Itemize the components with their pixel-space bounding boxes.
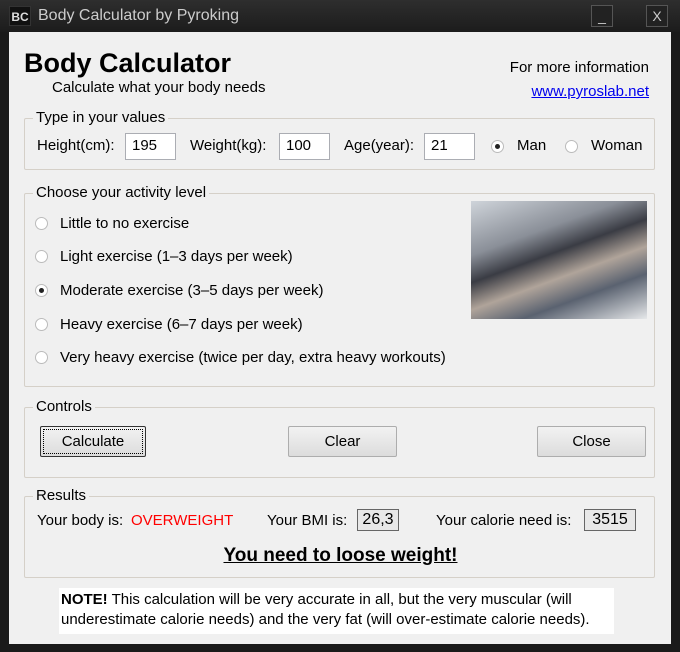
controls-group: Controls Calculate Clear Close (24, 398, 655, 478)
calorie-value: 3515 (584, 509, 636, 531)
height-input[interactable]: 195 (125, 133, 176, 160)
age-label: Age(year): (344, 137, 415, 154)
calculate-button[interactable]: Calculate (40, 426, 146, 457)
close-button[interactable]: Close (537, 426, 646, 457)
result-message: You need to loose weight! (223, 545, 458, 566)
activity-option-2[interactable]: Moderate exercise (3–5 days per week) (60, 282, 323, 299)
activity-legend: Choose your activity level (33, 184, 210, 201)
activity-radio-0[interactable] (35, 217, 48, 230)
man-radio[interactable] (491, 140, 504, 153)
app-icon: BC (9, 6, 31, 26)
close-window-button[interactable]: X (646, 5, 668, 27)
activity-radio-1[interactable] (35, 250, 48, 263)
running-image (471, 201, 647, 319)
calorie-label: Your calorie need is: (436, 512, 572, 529)
activity-option-0[interactable]: Little to no exercise (60, 215, 189, 232)
app-subtitle: Calculate what your body needs (52, 79, 266, 96)
app-title: Body Calculator (24, 48, 232, 78)
clear-button[interactable]: Clear (288, 426, 397, 457)
activity-option-1[interactable]: Light exercise (1–3 days per week) (60, 248, 293, 265)
body-value: OVERWEIGHT (131, 512, 234, 529)
values-group: Type in your values Height(cm): 195 Weig… (24, 109, 655, 170)
note-bold: NOTE! (61, 591, 108, 608)
woman-radio[interactable] (565, 140, 578, 153)
weight-label: Weight(kg): (190, 137, 267, 154)
values-legend: Type in your values (33, 109, 169, 126)
activity-radio-4[interactable] (35, 351, 48, 364)
height-label: Height(cm): (37, 137, 115, 154)
activity-option-3[interactable]: Heavy exercise (6–7 days per week) (60, 316, 303, 333)
note-box: NOTE! This calculation will be very accu… (59, 588, 614, 634)
bmi-value: 26,3 (357, 509, 399, 531)
man-label[interactable]: Man (517, 137, 546, 154)
controls-legend: Controls (33, 398, 95, 415)
info-label: For more information (509, 59, 649, 76)
activity-radio-3[interactable] (35, 318, 48, 331)
woman-label[interactable]: Woman (591, 137, 642, 154)
client-area: Body Calculator Calculate what your body… (9, 32, 671, 644)
activity-option-4[interactable]: Very heavy exercise (twice per day, extr… (60, 349, 446, 366)
title-bar: BC Body Calculator by Pyroking _ X (0, 0, 680, 32)
activity-group: Choose your activity level Little to no … (24, 184, 655, 387)
window-title: Body Calculator by Pyroking (38, 7, 239, 24)
results-group: Results Your body is: OVERWEIGHT Your BM… (24, 487, 655, 578)
body-label: Your body is: (37, 512, 124, 529)
activity-radio-2[interactable] (35, 284, 48, 297)
bmi-label: Your BMI is: (267, 512, 348, 529)
results-legend: Results (33, 487, 90, 504)
note-text: This calculation will be very accurate i… (61, 591, 590, 628)
weight-input[interactable]: 100 (279, 133, 330, 160)
age-input[interactable]: 21 (424, 133, 475, 160)
minimize-button[interactable]: _ (591, 5, 613, 27)
website-link[interactable]: www.pyroslab.net (531, 83, 649, 100)
